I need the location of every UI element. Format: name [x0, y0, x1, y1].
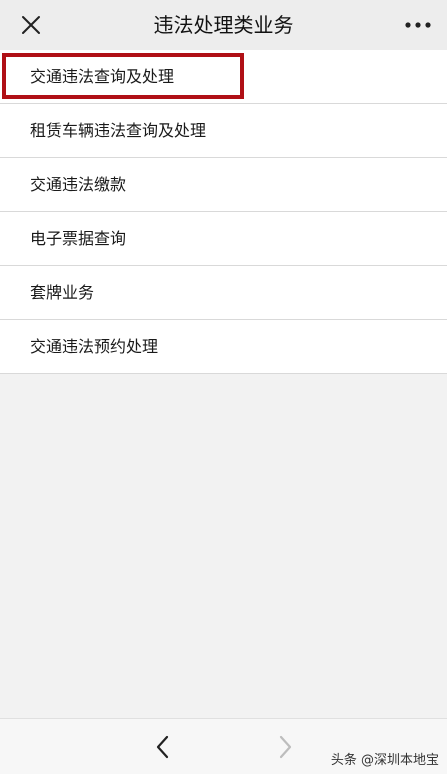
menu-item-e-receipt-query[interactable]: 电子票据查询	[0, 212, 447, 266]
bottom-navigation-bar: 头条 @深圳本地宝	[0, 718, 447, 774]
menu-item-label: 交通违法缴款	[30, 175, 127, 194]
more-dots-icon	[405, 22, 431, 28]
menu-item-violation-query[interactable]: 交通违法查询及处理	[0, 50, 447, 104]
menu-item-label: 套牌业务	[30, 283, 95, 302]
forward-button[interactable]	[272, 733, 298, 761]
chevron-right-icon	[279, 735, 292, 759]
top-bar: 违法处理类业务	[0, 0, 447, 50]
back-button[interactable]	[150, 733, 176, 761]
page-title: 违法处理类业务	[153, 13, 294, 37]
close-button[interactable]	[14, 8, 48, 42]
menu-item-cloned-plate[interactable]: 套牌业务	[0, 266, 447, 320]
menu-item-label: 租赁车辆违法查询及处理	[30, 121, 207, 140]
watermark-text: 头条 @深圳本地宝	[330, 753, 439, 768]
close-icon	[22, 16, 40, 34]
menu-item-label: 交通违法查询及处理	[30, 67, 175, 86]
menu-item-violation-appointment[interactable]: 交通违法预约处理	[0, 320, 447, 374]
chevron-left-icon	[156, 735, 169, 759]
more-button[interactable]	[401, 12, 435, 38]
menu-item-label: 交通违法预约处理	[30, 337, 159, 356]
menu-item-rental-violation-query[interactable]: 租赁车辆违法查询及处理	[0, 104, 447, 158]
menu-item-label: 电子票据查询	[30, 229, 127, 248]
service-menu-list: 交通违法查询及处理 租赁车辆违法查询及处理 交通违法缴款 电子票据查询 套牌业务…	[0, 50, 447, 374]
menu-item-violation-payment[interactable]: 交通违法缴款	[0, 158, 447, 212]
